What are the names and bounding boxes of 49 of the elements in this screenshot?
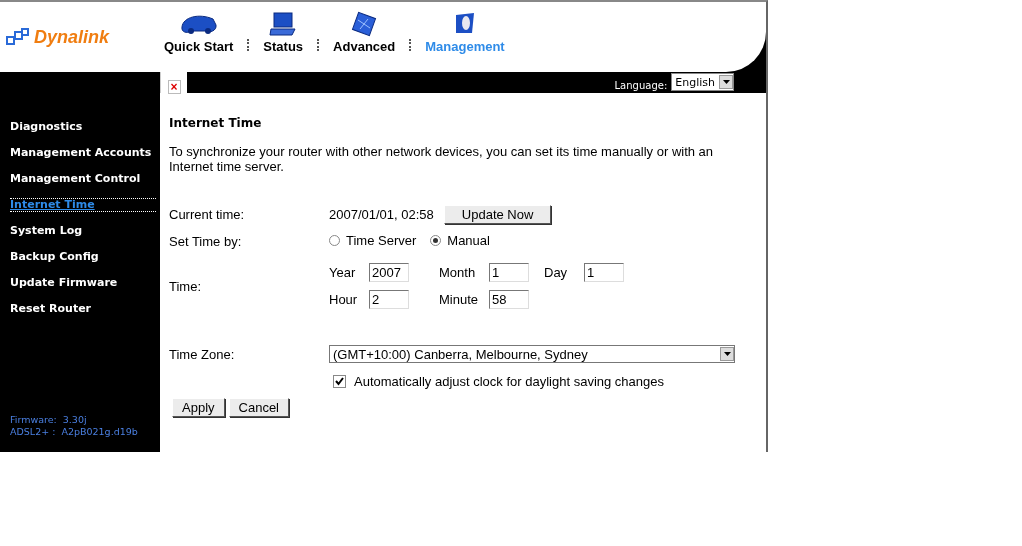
dropdown-arrow-icon (722, 80, 730, 84)
brand-logo: Dynalink (34, 26, 110, 48)
form-button[interactable]: Apply (172, 398, 225, 417)
field-label: Minute (439, 292, 480, 307)
field-label: Year (329, 265, 357, 280)
sidebar-item[interactable]: Management Accounts (10, 146, 156, 160)
nav-tab[interactable]: Quick Start (160, 11, 238, 54)
logo-icon (6, 28, 30, 46)
language-label: Language: (614, 80, 668, 91)
nav-tab[interactable]: Advanced (329, 11, 400, 54)
radio-button[interactable] (329, 235, 340, 246)
checkbox-label: Automatically adjust clock for daylight saving changes (354, 373, 664, 389)
time-zone-select[interactable]: (GMT+10:00) Canberra, Melbourne, Sydney (329, 345, 735, 363)
firmware-info: ADSL2+ : A2pB021g.d19b (10, 426, 139, 438)
nav-tab[interactable]: Management (421, 11, 509, 54)
number-field[interactable]: 1 (584, 263, 624, 282)
laptop-icon (268, 11, 299, 37)
radio-option[interactable]: Time Server (329, 233, 417, 248)
description: To synchronize your router with other network devices, you can set its time manually or with an Internet time server. (169, 144, 715, 174)
dropdown-arrow-icon (723, 352, 731, 356)
update-now-button[interactable]: Update Now (443, 204, 552, 224)
field-label: Day (544, 265, 569, 280)
sidebar-item[interactable]: Update Firmware (10, 276, 156, 290)
sidebar-item[interactable]: Internet Time (10, 198, 156, 212)
field-label: Hour (329, 292, 359, 307)
language-select[interactable]: English (671, 73, 734, 91)
field-label: Current time: (169, 206, 246, 222)
current-time: 2007/01/01, 02:58 (329, 206, 434, 222)
field-label: Month (439, 265, 477, 280)
nav-tab[interactable]: Status (259, 11, 308, 54)
firmware-info: Firmware: 3.30j (10, 414, 88, 426)
number-field[interactable]: 58 (489, 290, 529, 309)
field-label: Time: (169, 278, 203, 294)
sidebar-item[interactable]: Backup Config (10, 250, 156, 264)
radio-button[interactable] (430, 235, 442, 246)
field-label: Set Time by: (169, 233, 243, 249)
sidebar-item[interactable]: Reset Router (10, 302, 156, 316)
field-label: Time Zone: (169, 346, 236, 362)
sidebar-item[interactable]: Management Control (10, 172, 156, 186)
form-button[interactable]: Cancel (228, 398, 289, 417)
close-button[interactable]: × (167, 80, 181, 94)
sidebar-item[interactable]: System Log (10, 224, 156, 238)
page-title: Internet Time (169, 116, 263, 130)
radio-option[interactable]: Manual (430, 233, 490, 248)
number-field[interactable]: 2007 (369, 263, 409, 282)
sidebar-item[interactable]: Diagnostics (10, 120, 156, 134)
checkbox[interactable] (333, 374, 346, 388)
number-field[interactable]: 1 (489, 263, 529, 282)
number-field[interactable]: 2 (369, 290, 409, 309)
